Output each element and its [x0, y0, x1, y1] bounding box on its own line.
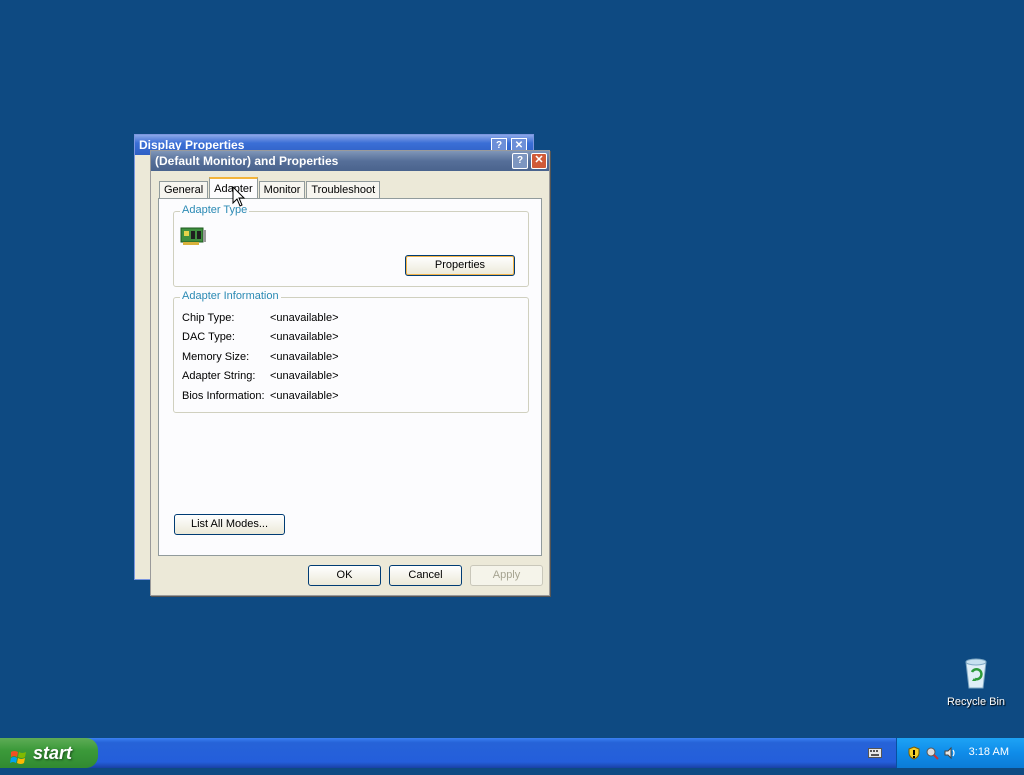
chip-type-value: <unavailable>: [270, 312, 339, 324]
bios-information-label: Bios Information:: [182, 390, 265, 402]
adapter-information-group: Adapter Information Chip Type: <unavailab…: [173, 290, 529, 413]
network-icon[interactable]: [925, 746, 939, 760]
recycle-bin-icon: [960, 656, 992, 690]
adapter-information-legend: Adapter Information: [180, 290, 281, 302]
chip-type-label: Chip Type:: [182, 312, 235, 324]
chip-type-row: Chip Type: <unavailable>: [182, 312, 339, 324]
volume-icon[interactable]: [943, 746, 957, 760]
adapter-string-label: Adapter String:: [182, 370, 256, 382]
adapter-type-group: Adapter Type Properties: [173, 204, 529, 287]
list-all-modes-button[interactable]: List All Modes...: [174, 514, 285, 535]
dac-type-value: <unavailable>: [270, 331, 339, 343]
memory-size-value: <unavailable>: [270, 351, 339, 363]
help-button[interactable]: ?: [512, 153, 528, 169]
memory-size-label: Memory Size:: [182, 351, 250, 363]
video-card-icon: [180, 226, 208, 248]
adapter-properties-button[interactable]: Properties: [405, 255, 515, 276]
tab-monitor[interactable]: Monitor: [258, 181, 306, 199]
windows-logo-icon: [10, 745, 28, 764]
adapter-tab-panel: Adapter Type Properties Adapter Informat…: [158, 198, 542, 556]
system-tray: 3:18 AM: [896, 738, 1024, 768]
adapter-string-value: <unavailable>: [270, 370, 339, 382]
keyboard-icon[interactable]: [868, 748, 882, 758]
dac-type-row: DAC Type: <unavailable>: [182, 331, 339, 343]
mouse-cursor-icon: [232, 185, 246, 208]
tab-general[interactable]: General: [159, 181, 209, 199]
recycle-bin-label: Recycle Bin: [946, 696, 1006, 708]
clock[interactable]: 3:18 AM: [969, 746, 1009, 758]
bios-information-row: Bios Information: <unavailable>: [182, 390, 339, 402]
memory-size-row: Memory Size: <unavailable>: [182, 351, 339, 363]
tab-strip: General Adapter Monitor Troubleshoot: [159, 177, 381, 199]
bios-information-value: <unavailable>: [270, 390, 339, 402]
dialog-title: (Default Monitor) and Properties: [155, 154, 339, 168]
security-shield-icon[interactable]: [907, 746, 921, 760]
monitor-properties-dialog: (Default Monitor) and Properties ? ✕ Gen…: [150, 150, 550, 596]
tab-troubleshoot[interactable]: Troubleshoot: [306, 181, 381, 199]
cancel-button[interactable]: Cancel: [389, 565, 462, 586]
recycle-bin-desktop-icon[interactable]: Recycle Bin: [944, 656, 1008, 708]
adapter-string-row: Adapter String: <unavailable>: [182, 370, 339, 382]
dac-type-label: DAC Type:: [182, 331, 235, 343]
ok-button[interactable]: OK: [308, 565, 381, 586]
dialog-titlebar[interactable]: (Default Monitor) and Properties ? ✕: [151, 151, 549, 171]
start-button[interactable]: start: [0, 738, 98, 768]
close-button[interactable]: ✕: [531, 153, 547, 169]
apply-button[interactable]: Apply: [470, 565, 543, 586]
start-label: start: [33, 743, 73, 763]
taskbar: start 3:18 AM: [0, 738, 1024, 768]
